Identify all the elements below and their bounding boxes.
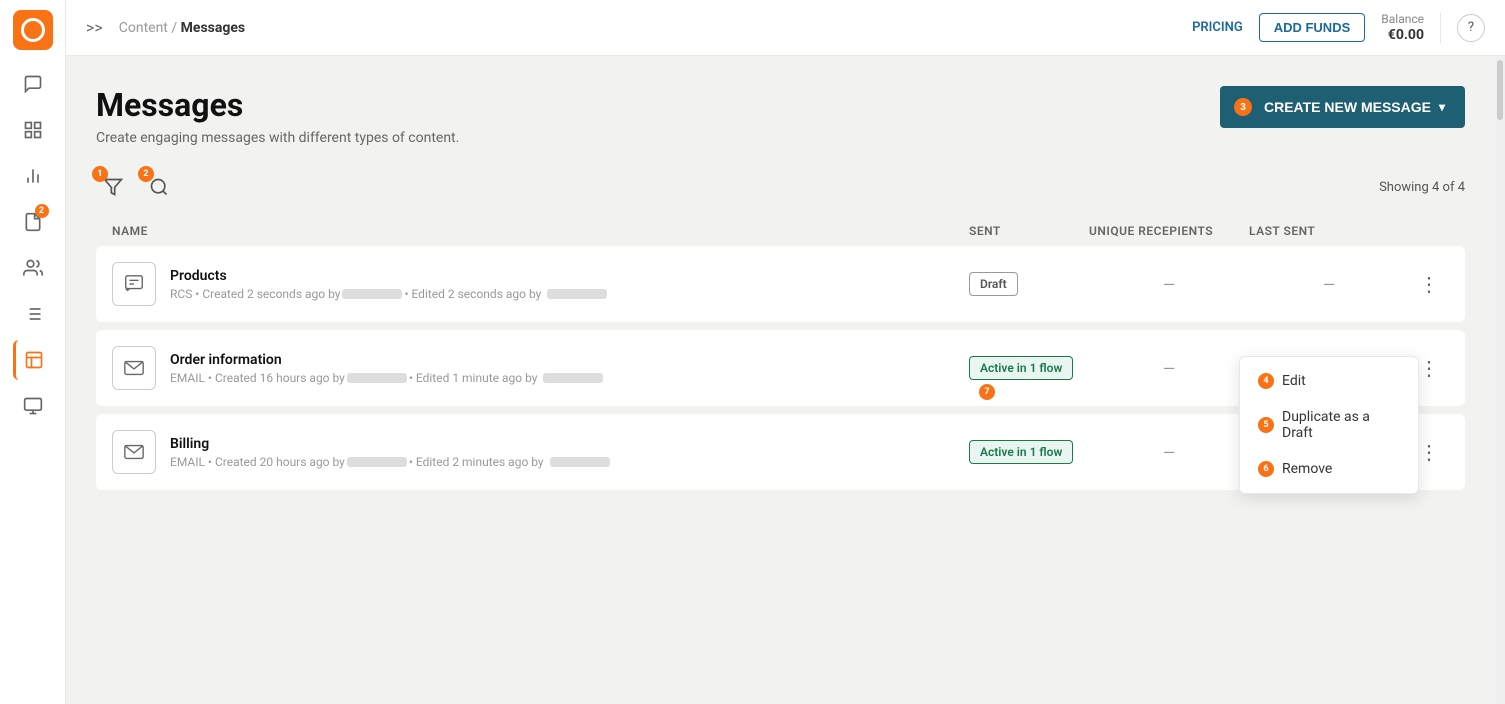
msg-details-billing: Billing EMAIL • Created 20 hours ago by … — [170, 436, 610, 469]
sidebar-icon-lists[interactable] — [13, 294, 53, 334]
chevron-down-icon: ▾ — [1439, 100, 1445, 114]
duplicate-label: Duplicate as a Draft — [1282, 409, 1400, 441]
flow-badge-7: 7 — [979, 384, 995, 400]
unique-products: — — [1249, 275, 1409, 294]
edit-badge: 4 — [1258, 373, 1274, 389]
col-last-sent: Last sent — [1249, 224, 1409, 238]
search-badge: 2 — [138, 166, 154, 182]
col-sent: Sent — [969, 224, 1089, 238]
author-blur-2 — [347, 373, 407, 383]
status-badge-active-order: Active in 1 flow — [969, 356, 1073, 380]
topbar-divider — [1440, 13, 1441, 43]
remove-badge: 6 — [1258, 461, 1274, 477]
msg-name-billing: Billing — [170, 436, 610, 452]
scrollbar-track[interactable] — [1495, 56, 1505, 704]
msg-meta-products: RCS • Created 2 seconds ago by • Edited … — [170, 287, 607, 301]
msg-details-order: Order information EMAIL • Created 16 hou… — [170, 352, 603, 385]
sent-order: — — [1089, 359, 1249, 378]
sidebar-icon-analytics[interactable] — [13, 156, 53, 196]
context-menu: 4 Edit 5 Duplicate as a Draft 6 Remove — [1239, 356, 1419, 494]
balance-amount: €0.00 — [1381, 27, 1424, 43]
filter-badge: 1 — [92, 166, 108, 182]
editor-blur-2 — [543, 373, 603, 383]
create-button-label: CREATE NEW MESSAGE — [1264, 99, 1431, 115]
edit-menu-item[interactable]: 4 Edit — [1240, 363, 1418, 399]
more-options-order[interactable]: ⋮ 4 Edit 5 Duplicate as a Draft 6 — [1409, 356, 1449, 380]
sidebar-icon-flows[interactable] — [13, 110, 53, 150]
duplicate-menu-item[interactable]: 5 Duplicate as a Draft — [1240, 399, 1418, 451]
breadcrumb-prefix: Content — [119, 20, 168, 36]
page-header: Messages Create engaging messages with d… — [96, 86, 1465, 146]
msg-name-order: Order information — [170, 352, 603, 368]
col-actions — [1409, 224, 1449, 238]
status-badge-active-billing: Active in 1 flow — [969, 440, 1073, 464]
breadcrumb-separator: / — [171, 20, 180, 36]
remove-menu-item[interactable]: 6 Remove — [1240, 451, 1418, 487]
email-icon-order — [112, 346, 156, 390]
msg-name-products: Products — [170, 268, 607, 284]
msg-details-products: Products RCS • Created 2 seconds ago by … — [170, 268, 607, 301]
table-header: Name Sent Unique recepients Last sent — [96, 216, 1465, 246]
sidebar-icon-settings[interactable] — [13, 386, 53, 426]
msg-info-products: Products RCS • Created 2 seconds ago by … — [112, 262, 969, 306]
breadcrumb-current: Messages — [181, 20, 245, 36]
author-blur-1 — [342, 289, 402, 299]
showing-count: Showing 4 of 4 — [1379, 180, 1465, 195]
help-button[interactable]: ? — [1457, 14, 1485, 42]
msg-meta-order: EMAIL • Created 16 hours ago by • Edited… — [170, 371, 603, 385]
author-blur-3 — [347, 457, 407, 467]
msg-status-order: Active in 1 flow 7 — [969, 356, 1089, 380]
sent-billing: — — [1089, 443, 1249, 462]
msg-status-billing: Active in 1 flow — [969, 440, 1089, 464]
filter-button[interactable]: 1 — [96, 170, 130, 204]
page-content: Messages Create engaging messages with d… — [66, 56, 1495, 704]
documents-badge: 2 — [35, 204, 49, 218]
search-button[interactable]: 2 — [142, 170, 176, 204]
edit-label: Edit — [1282, 373, 1306, 389]
editor-blur-1 — [547, 289, 607, 299]
msg-status-products: Draft — [969, 272, 1089, 296]
editor-blur-3 — [550, 457, 610, 467]
page-title-area: Messages Create engaging messages with d… — [96, 86, 459, 146]
msg-info-billing: Billing EMAIL • Created 20 hours ago by … — [112, 430, 969, 474]
balance-display: Balance €0.00 — [1381, 12, 1424, 43]
page-subtitle: Create engaging messages with different … — [96, 130, 459, 146]
breadcrumb: Content / Messages — [119, 20, 1176, 36]
brand-logo[interactable] — [13, 10, 53, 50]
create-new-message-button[interactable]: 3 CREATE NEW MESSAGE ▾ — [1220, 86, 1465, 128]
msg-meta-billing: EMAIL • Created 20 hours ago by • Edited… — [170, 455, 610, 469]
duplicate-badge: 5 — [1258, 417, 1274, 433]
sidebar-icon-audience[interactable] — [13, 248, 53, 288]
balance-label: Balance — [1381, 12, 1424, 26]
topbar: >> Content / Messages PRICING ADD FUNDS … — [66, 0, 1505, 56]
scrollbar-thumb[interactable] — [1497, 60, 1503, 120]
more-options-products[interactable]: ⋮ — [1409, 272, 1449, 296]
sidebar: 2 — [0, 0, 66, 704]
filter-icons: 1 2 — [96, 170, 176, 204]
email-icon-billing — [112, 430, 156, 474]
col-unique: Unique recepients — [1089, 224, 1249, 238]
sent-products: — — [1089, 275, 1249, 294]
create-button-badge: 3 — [1234, 98, 1252, 116]
message-row-order: Order information EMAIL • Created 16 hou… — [96, 330, 1465, 406]
remove-label: Remove — [1282, 461, 1332, 477]
sidebar-icon-documents[interactable]: 2 — [13, 202, 53, 242]
msg-info-order: Order information EMAIL • Created 16 hou… — [112, 346, 969, 390]
expand-icon[interactable]: >> — [86, 18, 103, 37]
status-badge-draft: Draft — [969, 272, 1018, 296]
rcs-icon — [112, 262, 156, 306]
page-title: Messages — [96, 86, 459, 124]
sidebar-icon-chat[interactable] — [13, 64, 53, 104]
pricing-link[interactable]: PRICING — [1192, 20, 1243, 35]
message-row-products: Products RCS • Created 2 seconds ago by … — [96, 246, 1465, 322]
add-funds-button[interactable]: ADD FUNDS — [1259, 13, 1366, 42]
sidebar-icon-content[interactable] — [13, 340, 53, 380]
filter-bar: 1 2 Showing 4 of 4 — [96, 170, 1465, 204]
col-name: Name — [112, 224, 969, 238]
